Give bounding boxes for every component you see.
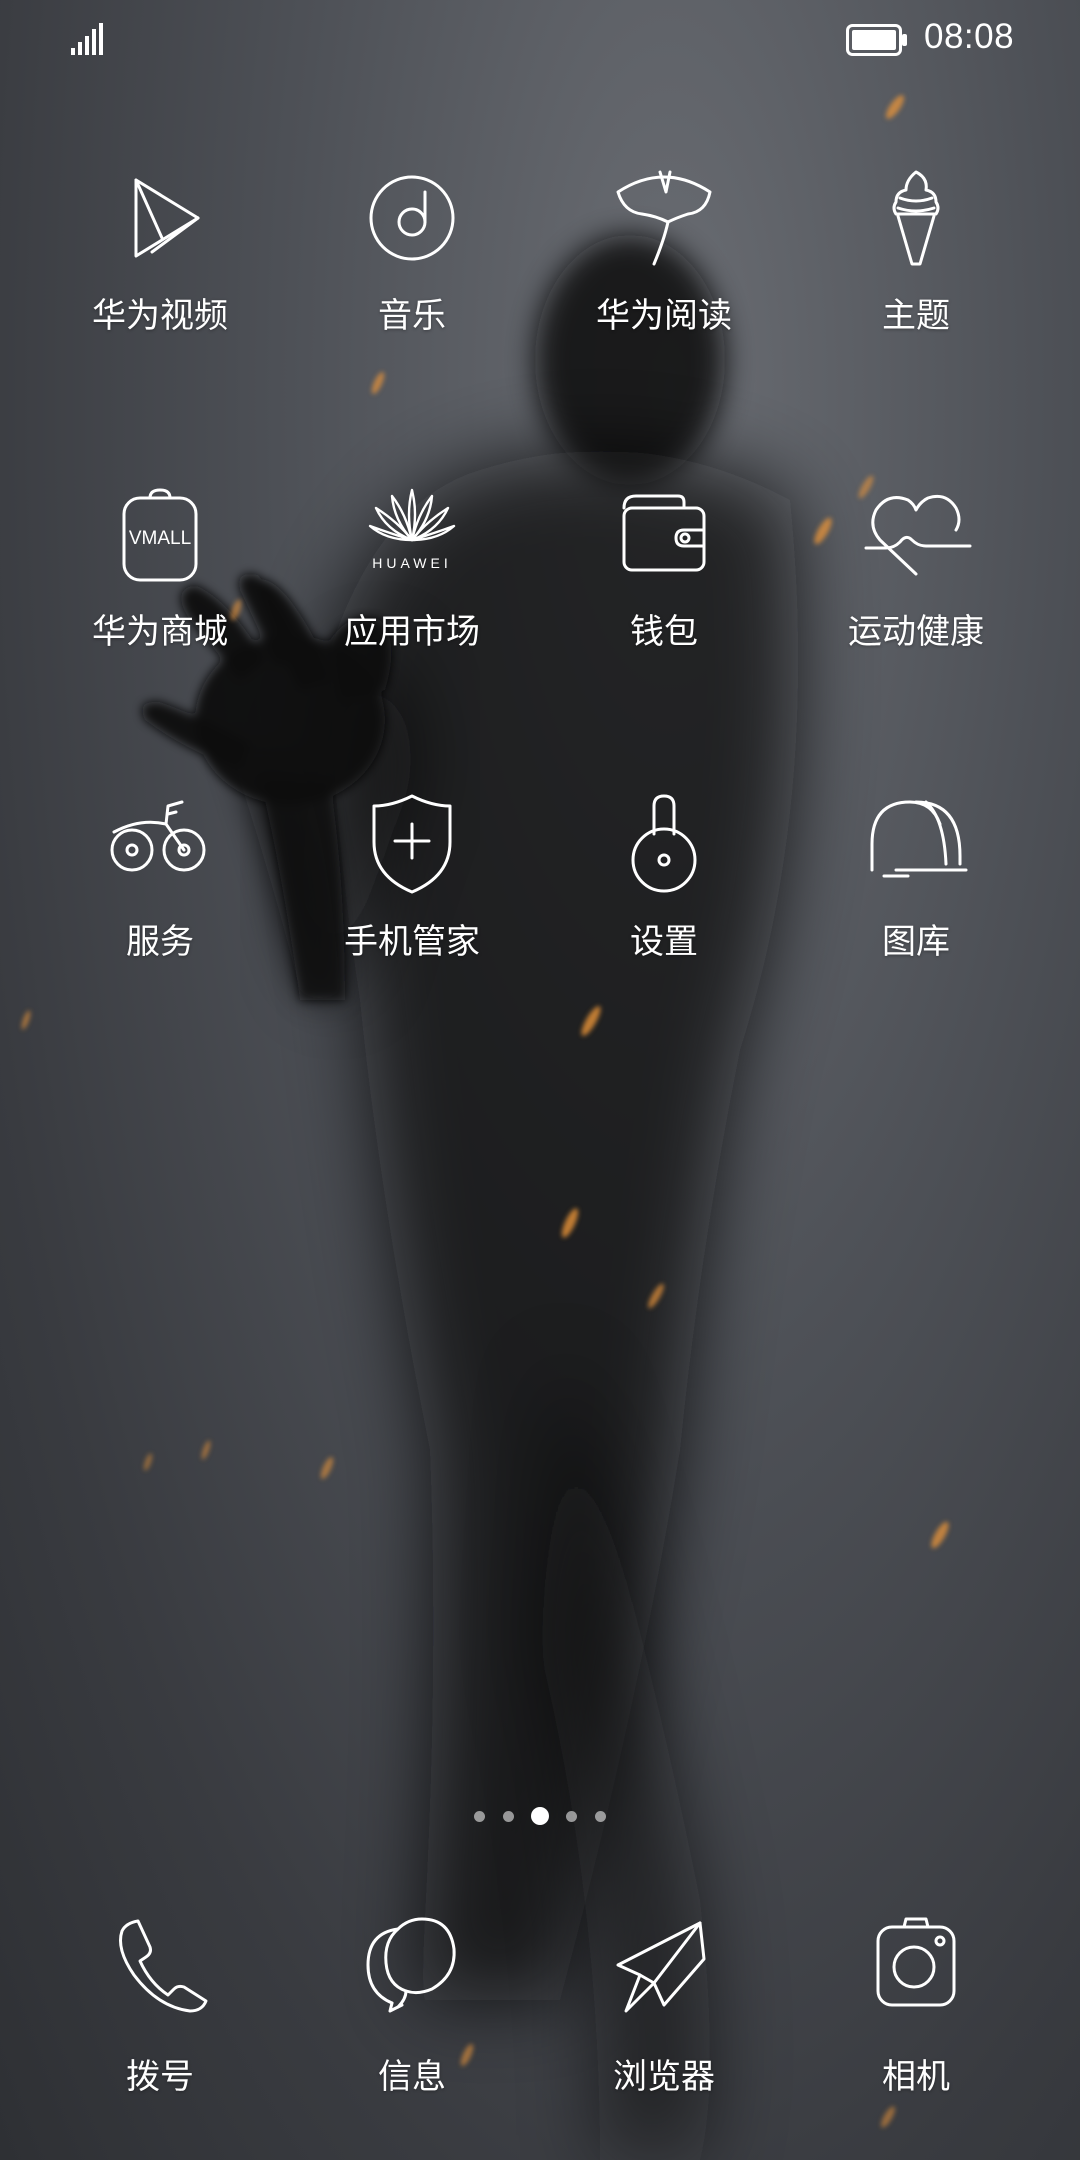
page-dot-active[interactable] (531, 1807, 549, 1825)
app-label: 应用市场 (344, 612, 480, 652)
ginkgo-leaf-icon (616, 170, 712, 266)
dock-messages[interactable]: 信息 (286, 1915, 538, 2099)
app-label: 音乐 (378, 296, 446, 336)
play-video-icon (134, 178, 200, 258)
message-bubble-icon (366, 1917, 456, 2013)
app-health[interactable]: 运动健康 (790, 484, 1042, 654)
ice-cream-icon (892, 170, 940, 266)
music-disc-icon (369, 175, 455, 261)
bicycle-icon (110, 800, 206, 872)
app-label: 图库 (882, 922, 950, 962)
app-label: 华为商城 (92, 612, 228, 652)
app-label: 手机管家 (344, 922, 480, 962)
app-label: 设置 (630, 922, 698, 962)
app-gallery[interactable]: 图库 (790, 794, 1042, 964)
app-huawei-reading[interactable]: 华为阅读 (538, 168, 790, 338)
dock-browser[interactable]: 浏览器 (538, 1915, 790, 2099)
page-indicator[interactable] (0, 1806, 1080, 1828)
app-appgallery[interactable]: HUAWEI 应用市场 (286, 484, 538, 654)
status-bar: 08:08 (0, 0, 1080, 80)
page-dot[interactable] (566, 1811, 577, 1822)
clock: 08:08 (924, 17, 1015, 56)
app-phone-manager[interactable]: 手机管家 (286, 794, 538, 964)
vmall-icon-text: VMALL (129, 528, 191, 549)
huawei-logo-icon: HUAWEI (368, 488, 456, 571)
app-music[interactable]: 音乐 (286, 168, 538, 338)
app-label: 主题 (882, 296, 950, 336)
shield-plus-icon (372, 794, 452, 894)
lock-icon (631, 794, 697, 893)
page-dot[interactable] (595, 1811, 606, 1822)
app-settings[interactable]: 设置 (538, 794, 790, 964)
page-dot[interactable] (503, 1811, 514, 1822)
app-label: 拨号 (126, 2057, 194, 2097)
vmall-bag-icon: VMALL (122, 488, 198, 582)
wallet-icon (622, 494, 706, 572)
app-themes[interactable]: 主题 (790, 168, 1042, 338)
app-label: 浏览器 (613, 2057, 715, 2097)
signal-bars-icon (71, 23, 103, 55)
huawei-icon-text: HUAWEI (372, 555, 451, 571)
page-dot[interactable] (474, 1811, 485, 1822)
dock-phone[interactable]: 拨号 (34, 1915, 286, 2099)
app-label: 服务 (126, 922, 194, 962)
app-label: 相机 (882, 2057, 950, 2097)
battery-full-icon (846, 24, 907, 56)
app-label: 运动健康 (848, 612, 984, 652)
arches-icon (870, 800, 968, 878)
app-label: 钱包 (630, 612, 698, 652)
phone-icon (119, 1919, 208, 2013)
app-wallet[interactable]: 钱包 (538, 484, 790, 654)
app-huawei-video[interactable]: 华为视频 (34, 168, 286, 338)
heart-pulse-icon (864, 494, 972, 576)
app-vmall[interactable]: VMALL 华为商城 (34, 484, 286, 654)
camera-icon (876, 1917, 956, 2007)
app-label: 华为阅读 (596, 296, 732, 336)
paper-plane-icon (616, 1921, 706, 2013)
app-label: 信息 (378, 2057, 446, 2097)
dock-camera[interactable]: 相机 (790, 1915, 1042, 2099)
app-services[interactable]: 服务 (34, 794, 286, 964)
app-label: 华为视频 (92, 296, 228, 336)
